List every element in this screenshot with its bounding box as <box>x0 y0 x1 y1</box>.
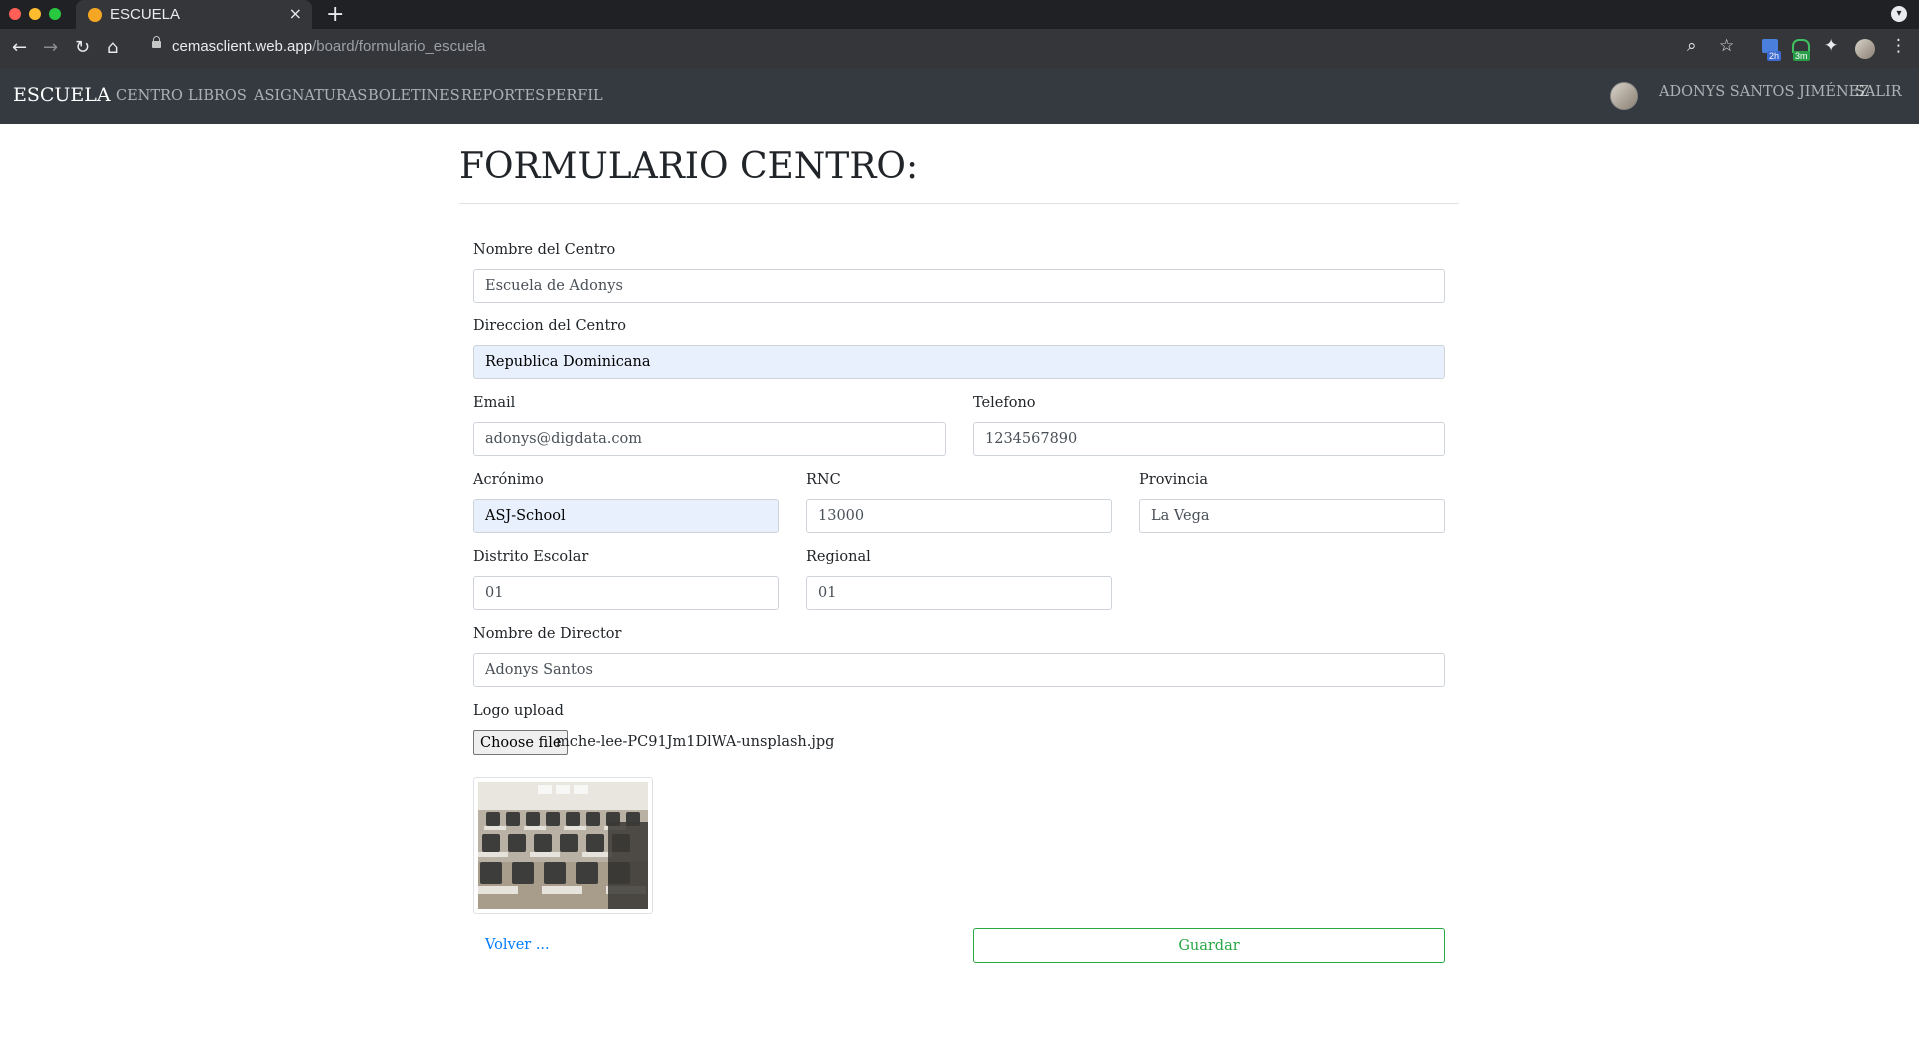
nav-link-perfil[interactable]: PERFIL <box>546 88 603 104</box>
regional-input[interactable] <box>806 576 1112 610</box>
acronimo-input[interactable] <box>473 499 779 533</box>
nav-link-centro[interactable]: CENTRO <box>116 88 183 104</box>
url-path: /board/formulario_escuela <box>312 38 486 55</box>
nav-link-asignaturas[interactable]: ASIGNATURAS <box>254 88 367 104</box>
distrito-input[interactable] <box>473 576 779 610</box>
provincia-input[interactable] <box>1139 499 1445 533</box>
forward-arrow-icon[interactable]: → <box>43 37 58 58</box>
save-button[interactable]: Guardar <box>973 928 1445 963</box>
logo-preview-image <box>473 777 653 914</box>
url-host: cemasclient.web.app <box>172 38 313 55</box>
email-label: Email <box>473 395 516 411</box>
director-input[interactable] <box>473 653 1445 687</box>
window-maximize-button[interactable] <box>49 8 61 20</box>
home-icon[interactable]: ⌂ <box>107 37 118 58</box>
logout-link[interactable]: SALIR <box>1855 84 1902 100</box>
acronimo-label: Acrónimo <box>473 472 544 488</box>
distrito-label: Distrito Escolar <box>473 549 589 565</box>
back-arrow-icon[interactable]: ← <box>12 37 27 58</box>
logo-upload-label: Logo upload <box>473 703 564 719</box>
telefono-input[interactable] <box>973 422 1445 456</box>
reload-icon[interactable]: ↻ <box>75 37 90 58</box>
extension-badge-2h: 2h <box>1767 51 1782 61</box>
provincia-label: Provincia <box>1139 472 1208 488</box>
email-input[interactable] <box>473 422 946 456</box>
nav-link-boletines[interactable]: BOLETINES <box>368 88 460 104</box>
nombre-centro-input[interactable] <box>473 269 1445 303</box>
user-name[interactable]: ADONYS SANTOS JIMÉNEZ <box>1659 84 1869 100</box>
rnc-input[interactable] <box>806 499 1112 533</box>
rnc-label: RNC <box>806 472 841 488</box>
nombre-centro-label: Nombre del Centro <box>473 242 616 258</box>
profile-avatar-icon[interactable] <box>1855 39 1875 59</box>
selected-file-name: mche-lee-PC91Jm1DlWA-unsplash.jpg <box>556 734 835 750</box>
tab-search-icon[interactable]: ▾ <box>1891 6 1907 22</box>
address-bar[interactable]: cemasclient.web.app/board/formulario_esc… <box>172 38 486 55</box>
telefono-label: Telefono <box>973 395 1036 411</box>
page-title: FORMULARIO CENTRO: <box>459 146 919 187</box>
browser-menu-icon[interactable]: ⋮ <box>1890 36 1907 56</box>
user-avatar[interactable] <box>1610 82 1638 110</box>
lock-icon[interactable] <box>152 36 161 48</box>
direccion-input[interactable] <box>473 345 1445 379</box>
window-close-button[interactable] <box>9 8 21 20</box>
navbar-brand[interactable]: ESCUELA <box>13 84 111 106</box>
tab-close-icon[interactable]: × <box>289 4 302 23</box>
nav-link-reportes[interactable]: REPORTES <box>461 88 545 104</box>
direccion-label: Direccion del Centro <box>473 318 626 334</box>
classroom-photo <box>478 782 648 909</box>
nav-link-libros[interactable]: LIBROS <box>188 88 247 104</box>
zoom-icon[interactable]: ⌕ <box>1687 36 1697 56</box>
back-link[interactable]: Volver ... <box>485 937 550 953</box>
new-tab-icon[interactable]: + <box>326 2 344 27</box>
favicon-icon <box>88 8 102 22</box>
app-navbar: ESCUELA CENTRO LIBROS ASIGNATURAS BOLETI… <box>0 68 1919 124</box>
extensions-puzzle-icon[interactable]: ✦ <box>1824 36 1838 56</box>
window-minimize-button[interactable] <box>29 8 41 20</box>
tab-title: ESCUELA <box>110 6 181 23</box>
extension-badge-3m: 3m <box>1793 51 1810 61</box>
regional-label: Regional <box>806 549 871 565</box>
choose-file-button[interactable]: Choose file <box>473 730 569 755</box>
bookmark-star-icon[interactable]: ☆ <box>1719 36 1734 56</box>
browser-tab[interactable]: ESCUELA × <box>76 0 312 29</box>
browser-tab-strip: ESCUELA × + ▾ <box>0 0 1919 29</box>
director-label: Nombre de Director <box>473 626 622 642</box>
title-divider <box>459 203 1459 204</box>
browser-toolbar: ← → ↻ ⌂ cemasclient.web.app/board/formul… <box>0 29 1919 68</box>
